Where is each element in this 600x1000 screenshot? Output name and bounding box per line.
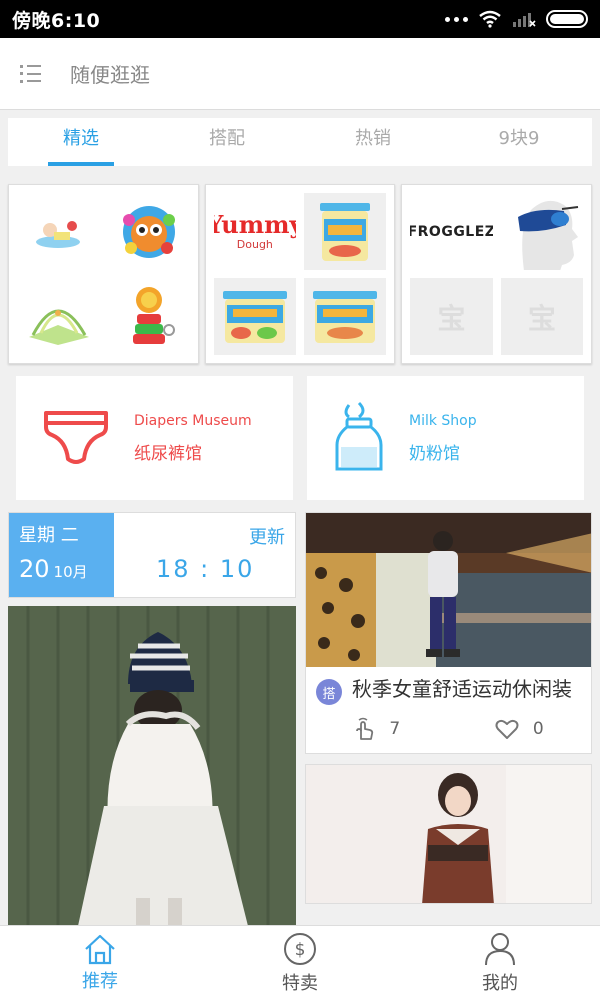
product-image-owl-toy xyxy=(107,193,190,270)
date-card: 星期 二 20 10月 更新 18 : 10 xyxy=(8,512,296,598)
placeholder-image: 宝 xyxy=(410,278,493,355)
product-image-dough-jar-2 xyxy=(213,278,296,355)
product-image-dough-jar-3 xyxy=(304,278,387,355)
weekday: 星期 二 xyxy=(19,525,79,546)
post-image-girl-white-dress[interactable] xyxy=(8,606,296,926)
product-image-dough-jar-1 xyxy=(304,193,387,270)
outfit-tag-badge: 搭 xyxy=(316,679,342,705)
feed-left-column: 星期 二 20 10月 更新 18 : 10 xyxy=(8,512,296,926)
dollar-coin-icon: $ xyxy=(284,933,316,965)
product-image-baby-playset xyxy=(17,193,100,270)
nav-label: 推荐 xyxy=(82,971,118,992)
outfit-post-card[interactable]: 搭 秋季女童舒适运动休闲装 7 0 xyxy=(305,512,592,754)
shop-name-cn: 纸尿裤馆 xyxy=(134,443,202,464)
product-image-lion-stacker xyxy=(107,278,190,355)
shop-name-cn: 奶粉馆 xyxy=(409,443,460,464)
brand-logo-yummy-dough: Yummy Dough xyxy=(213,193,296,270)
product-card-yummy-dough[interactable]: Yummy Dough xyxy=(204,184,396,364)
tab-bestsellers[interactable]: 热销 xyxy=(300,118,446,166)
thumbs-tap-icon xyxy=(356,717,374,740)
favorite-count: 0 xyxy=(532,719,544,739)
page-title: 随便逛逛 xyxy=(70,63,150,87)
product-cards: Yummy Dough xyxy=(8,184,593,364)
product-image-play-gym xyxy=(17,278,100,355)
like-count: 7 xyxy=(389,719,401,739)
brand-logo-frogglez: FROGGLEZ xyxy=(410,193,493,270)
shop-name-en: Milk Shop xyxy=(409,412,477,429)
diapers-shop-card[interactable]: Diapers Museum 纸尿裤馆 xyxy=(16,376,293,500)
status-time: 傍晚6:10 xyxy=(12,9,101,32)
nav-sale[interactable]: $ 特卖 xyxy=(200,926,400,1000)
date-month: 10月 xyxy=(53,563,88,581)
favorite-stat[interactable]: 0 xyxy=(495,718,544,740)
date-block: 星期 二 20 10月 xyxy=(9,513,114,597)
product-image-swim-goggles xyxy=(500,193,584,270)
brand-name-line1: Yummy xyxy=(214,210,296,239)
post-title: 秋季女童舒适运动休闲装 xyxy=(352,677,572,701)
nav-label: 特卖 xyxy=(282,973,318,994)
category-tabs: 精选 搭配 热销 9块9 xyxy=(8,118,592,166)
refresh-button[interactable]: 更新 xyxy=(249,523,285,549)
svg-text:$: $ xyxy=(295,940,306,960)
user-icon xyxy=(485,933,515,966)
placeholder-image: 宝 xyxy=(500,278,584,355)
milk-bottle-icon xyxy=(335,401,383,471)
post-stats: 7 0 xyxy=(306,705,591,753)
shop-name-en: Diapers Museum xyxy=(134,412,252,429)
status-icons xyxy=(445,10,588,28)
battery-icon xyxy=(546,10,588,28)
tab-nine-yuan[interactable]: 9块9 xyxy=(446,118,592,166)
update-time: 18 : 10 xyxy=(156,555,255,583)
nav-profile[interactable]: 我的 xyxy=(400,926,600,1000)
feed-right-column: 搭 秋季女童舒适运动休闲装 7 0 xyxy=(305,512,592,904)
menu-icon[interactable] xyxy=(20,64,42,83)
signal-icon xyxy=(513,13,536,27)
status-bar: 傍晚6:10 xyxy=(0,0,600,38)
heart-icon xyxy=(495,719,519,739)
diaper-icon xyxy=(44,411,108,464)
nav-label: 我的 xyxy=(482,973,518,994)
like-stat[interactable]: 7 xyxy=(353,717,400,741)
product-card-frogglez[interactable]: FROGGLEZ 宝 宝 xyxy=(401,184,593,364)
home-icon xyxy=(85,934,115,965)
app-header: 随便逛逛 xyxy=(0,38,600,110)
more-dots-icon xyxy=(445,16,468,22)
wifi-icon xyxy=(479,10,501,28)
brand-name-line2: Dough xyxy=(236,238,273,251)
tab-outfits[interactable]: 搭配 xyxy=(154,118,300,166)
milk-shop-card[interactable]: Milk Shop 奶粉馆 xyxy=(307,376,584,500)
nav-recommend[interactable]: 推荐 xyxy=(0,926,200,1000)
bottom-nav: 推荐 $ 特卖 我的 xyxy=(0,925,600,1000)
post-image-girl-sweater[interactable] xyxy=(305,764,592,904)
shop-entries: Diapers Museum 纸尿裤馆 Milk Shop 奶粉馆 xyxy=(16,376,584,500)
brand-name: FROGGLEZ xyxy=(410,223,493,240)
tab-featured[interactable]: 精选 xyxy=(8,118,154,166)
date-day: 20 xyxy=(19,555,50,583)
product-card-toys[interactable] xyxy=(8,184,199,364)
post-image-boy-in-shop xyxy=(306,513,591,667)
